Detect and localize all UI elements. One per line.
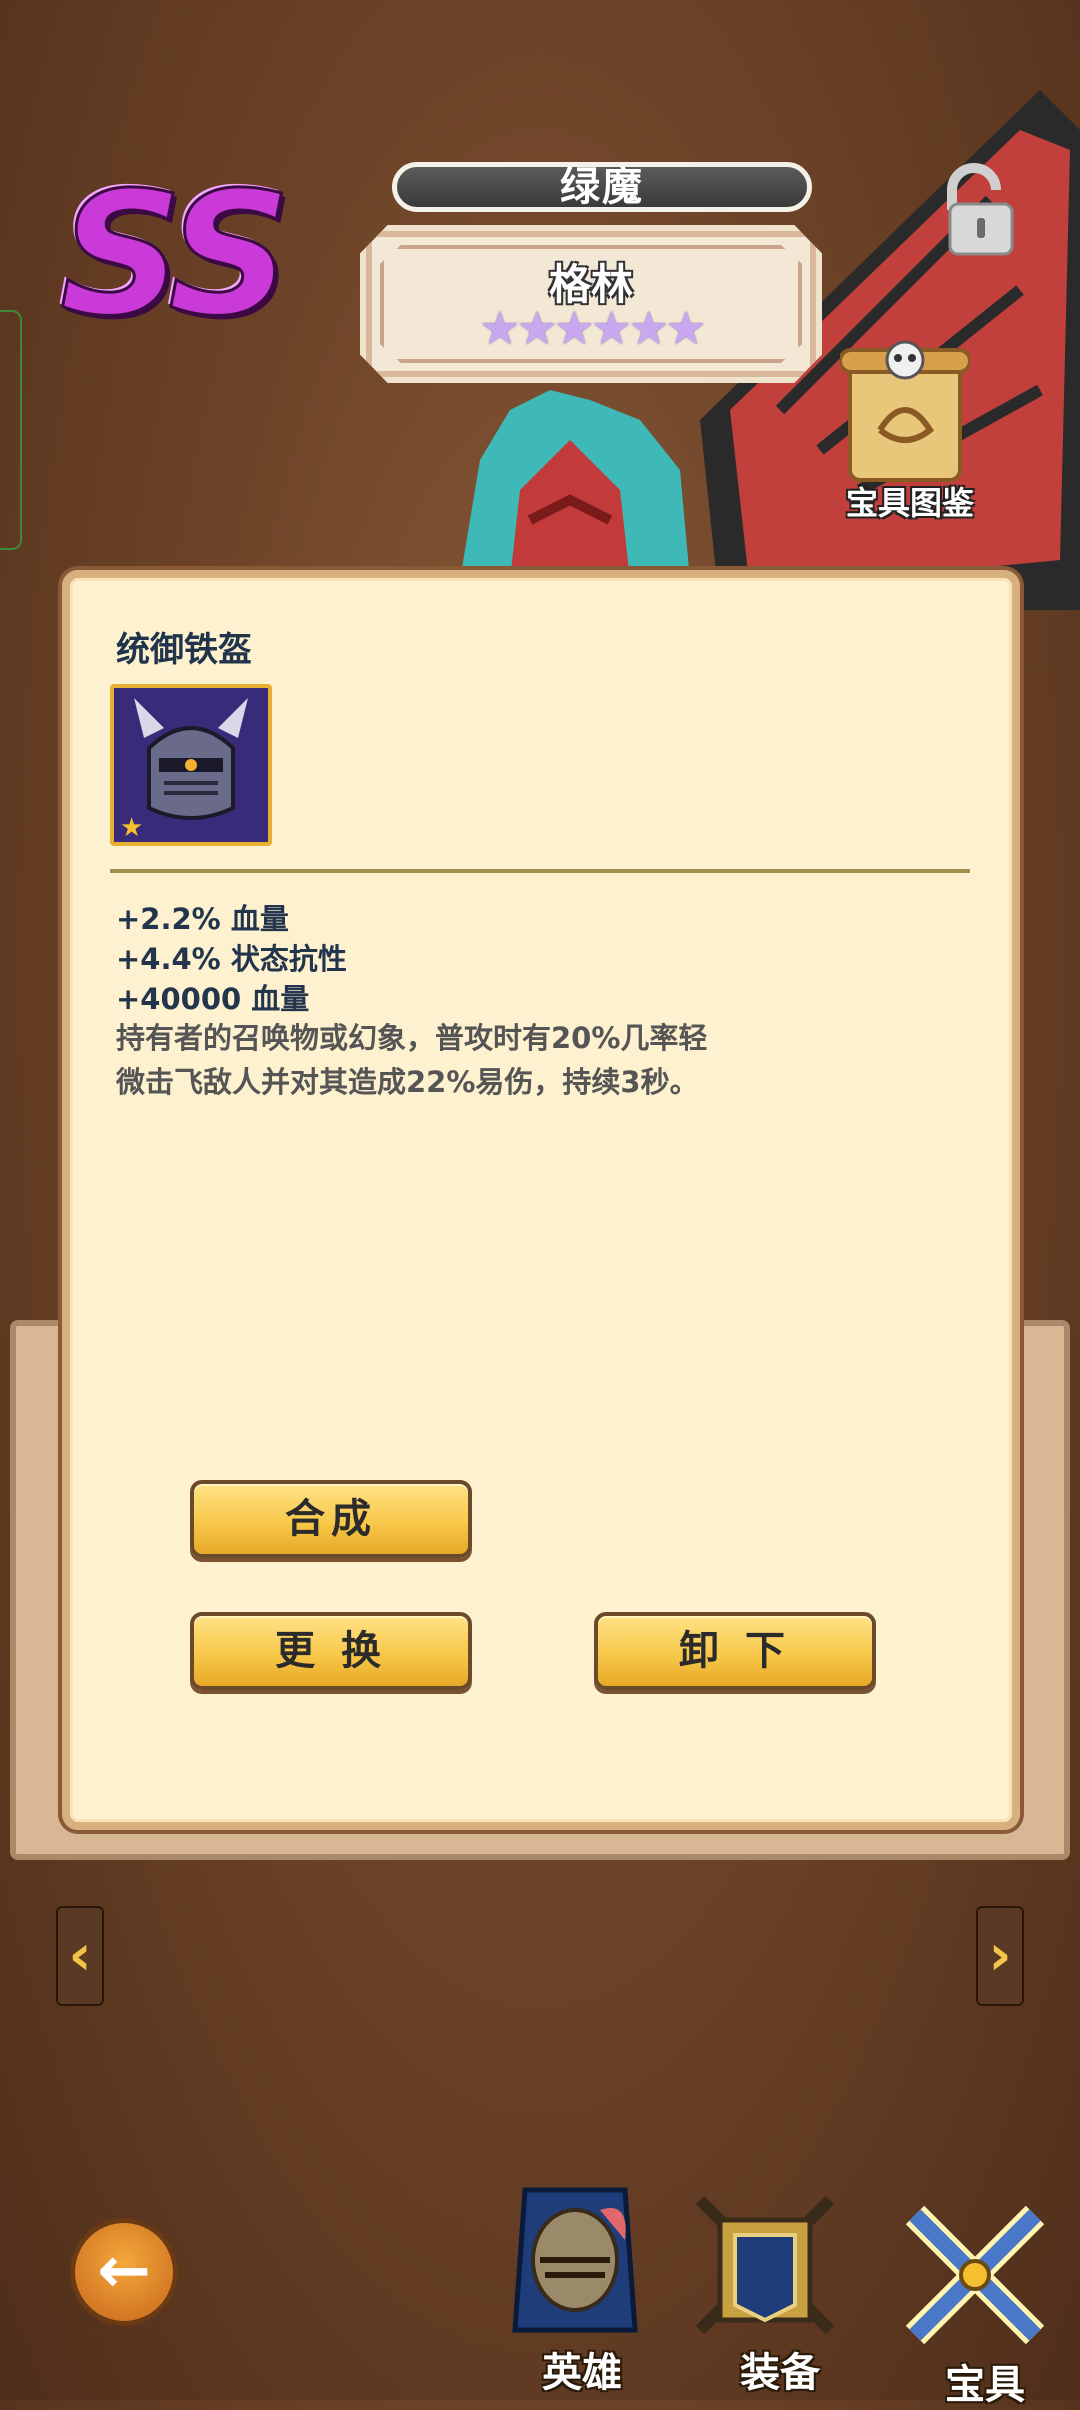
- unequip-button[interactable]: 卸 下: [594, 1612, 876, 1690]
- next-artifact-button[interactable]: ›: [976, 1906, 1024, 2006]
- hero-portrait: [460, 390, 690, 580]
- artifact-codex-label[interactable]: 宝具图鉴: [820, 478, 1000, 524]
- artifact-description-line: 微击飞敌人并对其造成22%易伤，持续3秒。: [116, 1065, 699, 1099]
- stat-line: +40000 血量: [116, 982, 310, 1016]
- tab-heroes[interactable]: 英雄: [502, 2340, 662, 2398]
- star-rating: ★★★★★★: [366, 301, 816, 355]
- svg-text:★: ★: [120, 813, 143, 842]
- compose-button[interactable]: 合成: [190, 1480, 472, 1558]
- hero-class-label: 绿魔: [392, 162, 812, 212]
- scroll-icon[interactable]: [840, 340, 970, 490]
- hero-tab-icon[interactable]: [505, 2180, 645, 2350]
- equipment-tab-icon[interactable]: [680, 2180, 850, 2350]
- prev-artifact-button[interactable]: ‹: [56, 1906, 104, 2006]
- artifact-name: 统御铁盔: [116, 630, 252, 670]
- artifact-description-line: 持有者的召唤物或幻象，普攻时有20%几率轻: [116, 1021, 708, 1055]
- lock-icon[interactable]: [930, 160, 1020, 260]
- hero-name-card: 格林 ★★★★★★: [360, 225, 822, 383]
- stars-text: ★★★★★★: [479, 301, 706, 355]
- crossed-swords-icon[interactable]: [890, 2190, 1060, 2360]
- stat-line: +2.2% 血量: [116, 902, 289, 936]
- stat-line: +4.4% 状态抗性: [116, 942, 347, 976]
- replace-button[interactable]: 更 换: [190, 1612, 472, 1690]
- side-tab[interactable]: [0, 310, 22, 550]
- helmet-icon: ★: [114, 688, 268, 843]
- divider: [110, 869, 970, 873]
- back-button[interactable]: ←: [70, 2218, 178, 2326]
- rank-badge: SS: [59, 156, 293, 354]
- tab-equipment[interactable]: 装备: [700, 2340, 860, 2398]
- artifact-icon[interactable]: ★: [110, 684, 272, 846]
- tab-artifacts[interactable]: 宝具: [905, 2352, 1065, 2410]
